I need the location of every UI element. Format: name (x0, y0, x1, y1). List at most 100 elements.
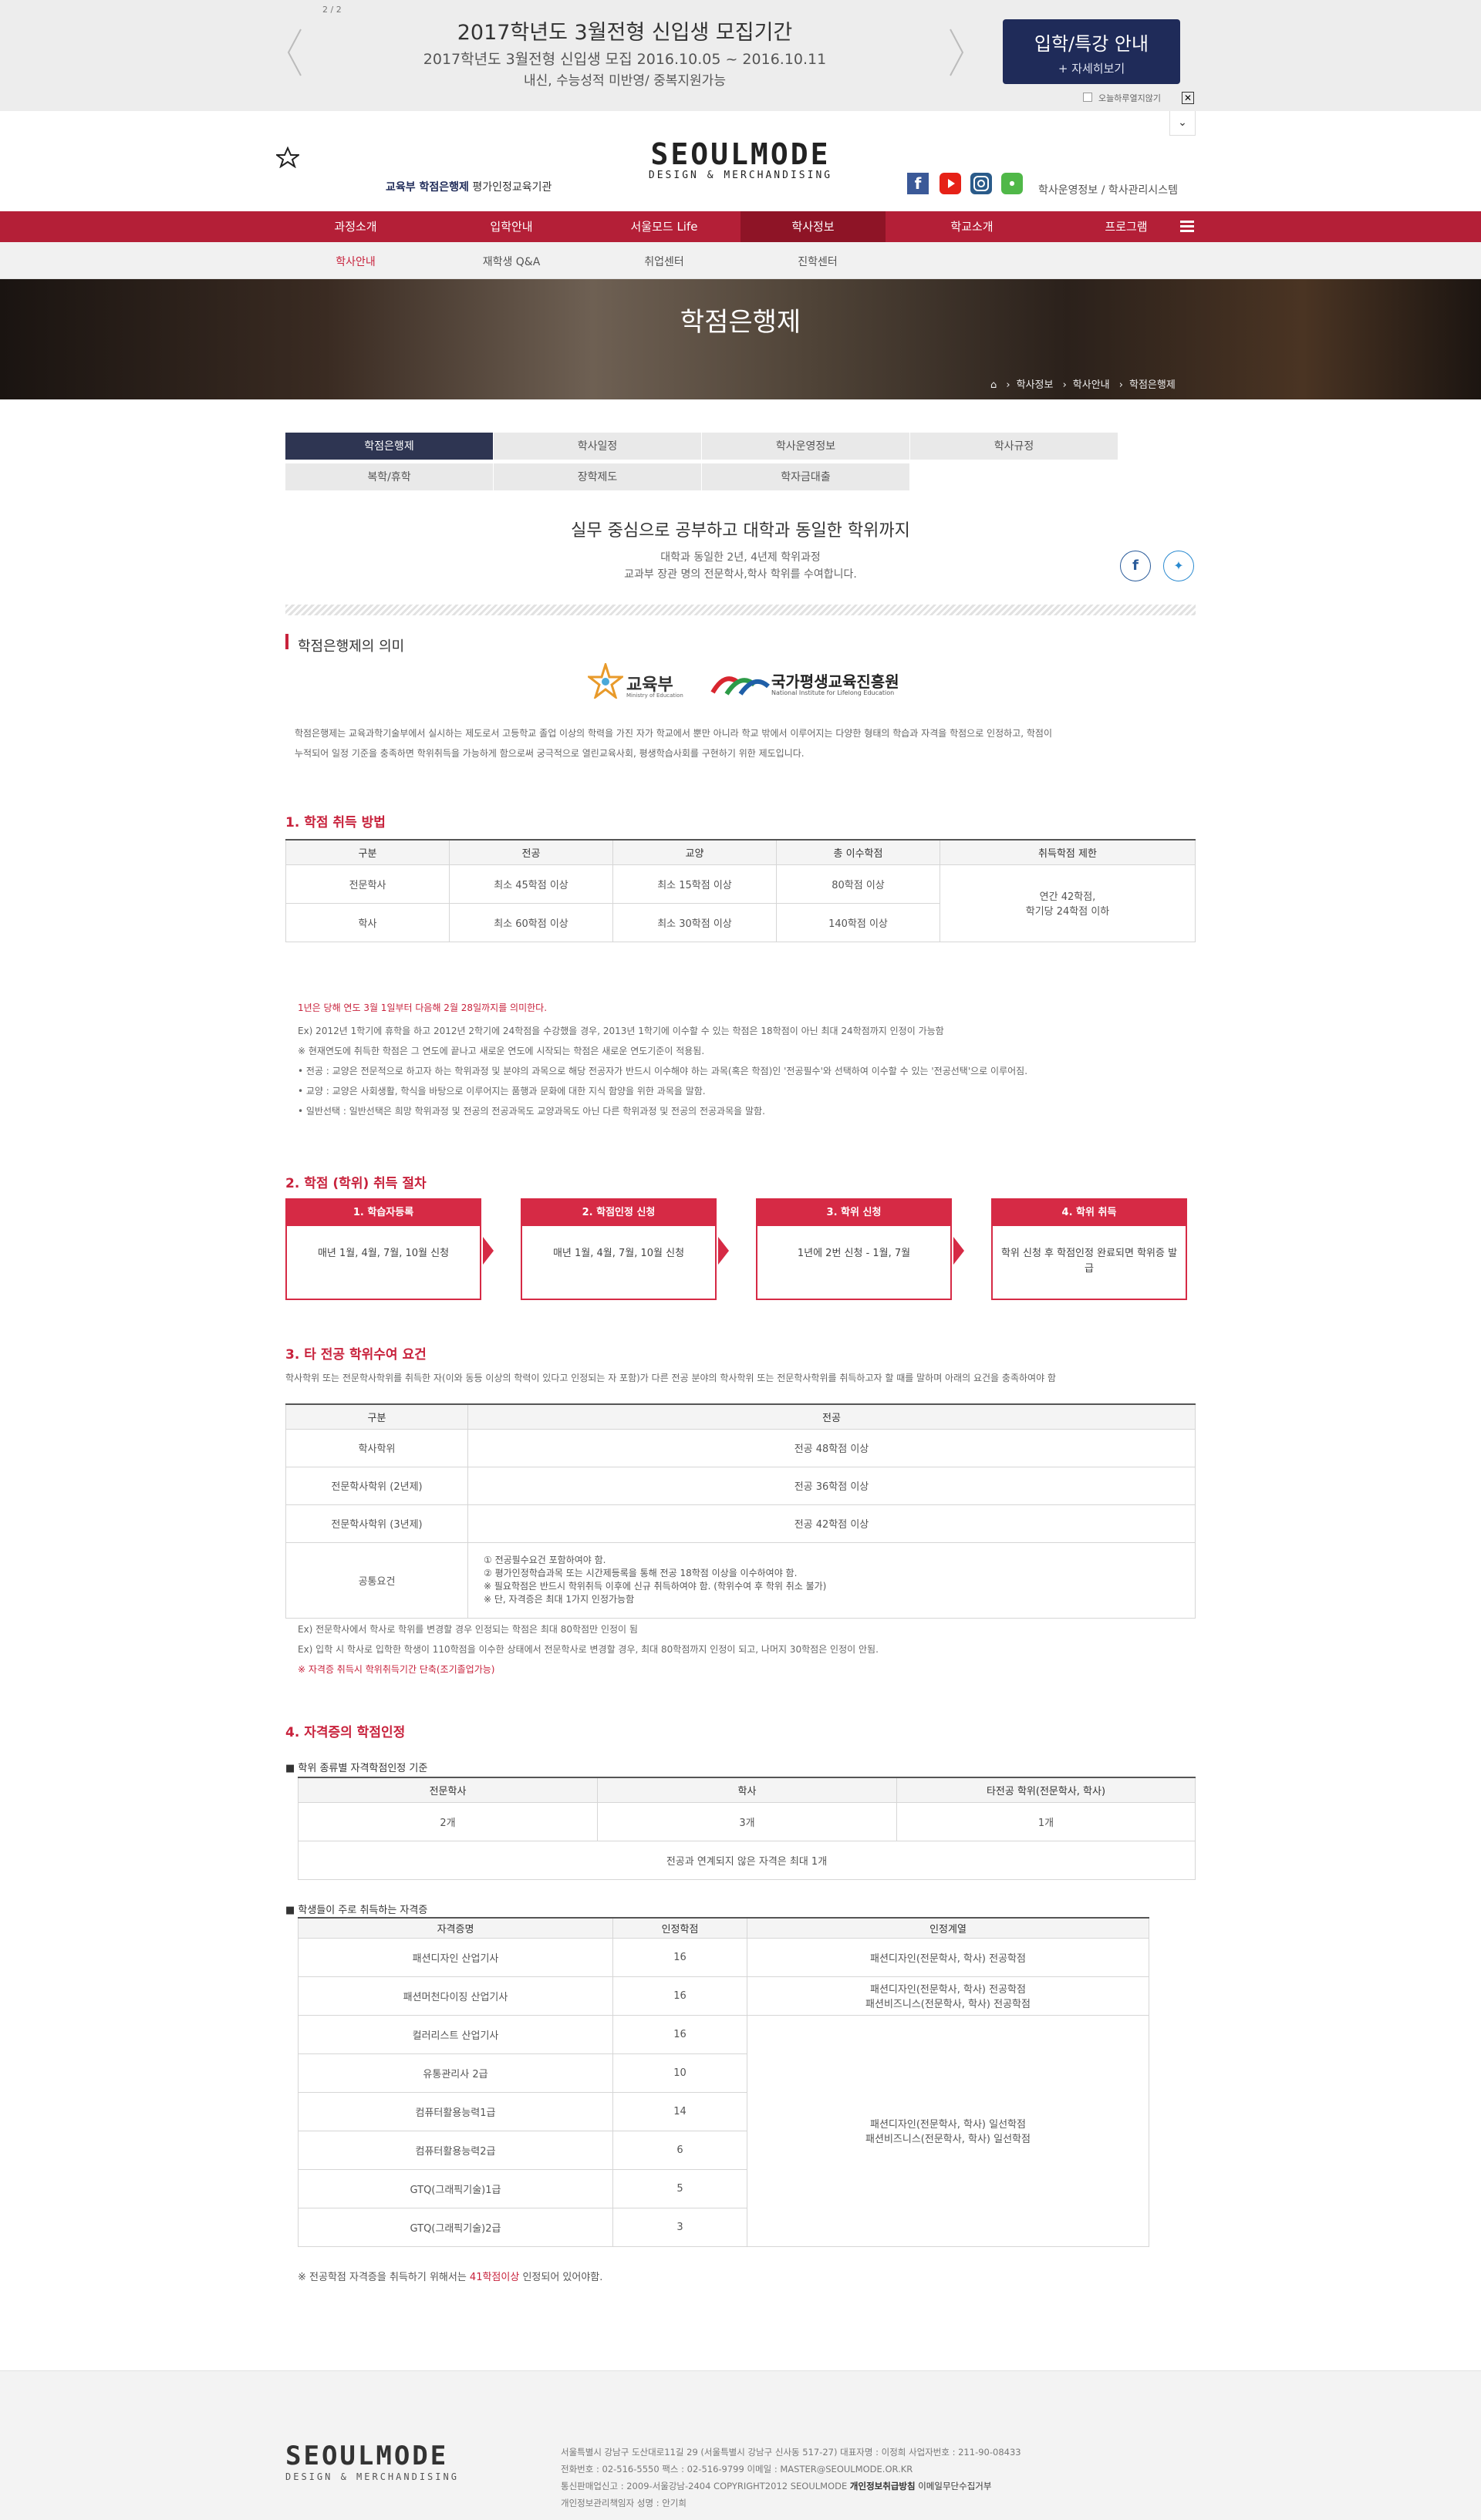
table-cell: 최소 60학점 이상 (449, 902, 613, 942)
home-icon[interactable]: ⌂ (990, 379, 997, 391)
table-row: 2개 3개 1개 (298, 1801, 1196, 1841)
table-header: 취득학점 제한 (940, 839, 1196, 865)
table-cell: 학사 (285, 902, 450, 942)
tab-scholarship[interactable]: 장학제도 (494, 463, 702, 491)
table-row: 학사학위 전공 48학점 이상 (285, 1428, 1196, 1467)
table-cell: GTQ(그래픽기술)1급 (298, 2168, 613, 2208)
nav-item-program[interactable]: 프로그램 (1068, 211, 1184, 242)
bookmark-star-icon[interactable] (275, 146, 301, 171)
main-nav: 과정소개 입학안내 서울모드 Life 학사정보 학교소개 프로그램 (0, 211, 1481, 242)
today-close-label: 오늘하루열지않기 (1098, 93, 1161, 103)
tab-credit-bank[interactable]: 학점은행제 (285, 433, 494, 460)
twitter-share-icon[interactable]: ✦ (1163, 551, 1194, 581)
credit-limit-cell: 연간 42학점, 학기당 24학점 이하 (940, 864, 1196, 942)
table-header: 인정학점 (612, 1917, 747, 1939)
tab-schedule[interactable]: 학사일정 (494, 433, 702, 460)
footer-logo-sub: DESIGN & MERCHANDISING (285, 2471, 459, 2482)
table-header: 전공 (449, 839, 613, 865)
step-body: 매년 1월, 4월, 7월, 10월 신청 (317, 1248, 450, 1259)
promo-close-icon[interactable]: ✕ (1182, 92, 1194, 104)
sub-title: 학위 종류별 자격학점인정 기준 (298, 1763, 428, 1774)
promo-line1: 2017학년도 3월전형 신입생 모집 2016.10.05 ~ 2016.10… (423, 51, 827, 68)
sub-nav-qna[interactable]: 재학생 Q&A (454, 254, 569, 269)
step-title: 4. 학위 취득 (993, 1200, 1186, 1226)
nav-item-course[interactable]: 과정소개 (298, 211, 413, 242)
footer-logo-main: SEOULMODE (285, 2441, 449, 2471)
step-body: 1년에 2번 신청 - 1월, 7월 (797, 1248, 911, 1259)
table-cell: 10 (612, 2053, 747, 2093)
section1-notes: Ex) 2012년 1학기에 휴학을 하고 2012년 2학기에 24학점을 수… (298, 1021, 1193, 1121)
util-links: 학사운영정보 / 학사관리시스템 (1038, 182, 1178, 197)
next-arrow-icon[interactable] (947, 28, 966, 80)
ministry-link[interactable]: 교육부 학점은행제 (386, 181, 469, 194)
util-link-management-system[interactable]: 학사관리시스템 (1108, 184, 1178, 197)
sub-nav: 학사안내 재학생 Q&A 취업센터 진학센터 (0, 242, 1481, 279)
admission-guide-button[interactable]: 입학/특강 안내 + 자세히보기 (1003, 19, 1180, 84)
util-link-academic-info[interactable]: 학사운영정보 (1038, 184, 1098, 197)
meaning-title: 학점은행제의 의미 (298, 638, 405, 655)
sub-nav-academic-guide[interactable]: 학사안내 (298, 254, 413, 269)
util-separator: / (1101, 184, 1105, 197)
promo-line2: 내신, 수능성적 미반영/ 중복지원가능 (524, 73, 726, 89)
menu-icon[interactable] (1180, 220, 1196, 237)
breadcrumb-item[interactable]: 학사안내 (1073, 379, 1110, 391)
table-row: 전문학사 최소 45학점 이상 최소 15학점 이상 80학점 이상 연간 42학점, 학… (285, 864, 1196, 942)
kakao-story-icon[interactable]: ● (1001, 173, 1023, 194)
table-cell: 전공 36학점 이상 (467, 1466, 1196, 1505)
tab-loan[interactable]: 학자금대출 (702, 463, 910, 491)
tab-operation[interactable]: 학사운영정보 (702, 433, 910, 460)
step-card: 4. 학위 취득 학위 신청 후 학점인정 완료되면 학위증 발급 (991, 1198, 1187, 1300)
sub-title: 학생들이 주로 취득하는 자격증 (298, 1905, 428, 1916)
section4-sub2: ■ 학생들이 주로 취득하는 자격증 (285, 1905, 428, 1916)
site-logo[interactable]: SEOULMODE DESIGN & MERCHANDISING (617, 139, 864, 181)
table-cell: 전공 48학점 이상 (467, 1428, 1196, 1467)
table-cell: 패션디자인(전문학사, 학사) 전공학점 (747, 1937, 1149, 1977)
tab-leave[interactable]: 복학/휴학 (285, 463, 494, 491)
youtube-icon[interactable] (940, 173, 961, 194)
nav-item-about[interactable]: 학교소개 (914, 211, 1030, 242)
nile-logo-icon (710, 668, 770, 702)
prev-arrow-icon[interactable] (285, 28, 304, 80)
instagram-icon[interactable] (970, 173, 992, 194)
facebook-share-icon[interactable]: f (1120, 551, 1151, 581)
table-cell: 16 (612, 2014, 747, 2054)
field-line: 패션비즈니스(전문학사, 학사) 일선학점 (865, 2134, 1031, 2145)
table-header: 전공 (467, 1403, 1196, 1430)
table-row: 컬러리스트 산업기사 16 패션디자인(전문학사, 학사) 일선학점 패션비즈니스(전… (298, 2014, 1149, 2247)
promo-bar: 2 / 2 2017학년도 3월전형 신입생 모집기간 2017학년도 3월전형… (0, 0, 1481, 111)
table-row: 전공과 연계되지 않은 자격은 최대 1개 (298, 1840, 1196, 1880)
admission-button-title: 입학/특강 안내 (1034, 33, 1149, 55)
breadcrumb-item[interactable]: 학사정보 (1017, 379, 1054, 391)
note-line: • 전공 : 교양은 전문적으로 하고자 하는 학위과정 및 분야의 과목으로 … (298, 1066, 1028, 1076)
nile-logo-en: National Institute for Lifelong Educatio… (771, 689, 895, 696)
chevron-down-icon[interactable]: ⌄ (1169, 111, 1196, 136)
email-refusal-link[interactable]: 이메일무단수집거부 (916, 2481, 991, 2491)
field-line: 패션비즈니스(전문학사, 학사) 전공학점 (865, 1999, 1031, 2010)
table-cell: 3 (612, 2207, 747, 2247)
sub-nav-further-study[interactable]: 진학센터 (760, 254, 875, 269)
nav-item-life[interactable]: 서울모드 Life (606, 211, 722, 242)
table-cell: 패션디자인(전문학사, 학사) 일선학점 패션비즈니스(전문학사, 학사) 일선학… (747, 2014, 1149, 2247)
table-cell: 80학점 이상 (776, 864, 940, 904)
note-line: • 일반선택 : 일반선택은 희망 학위과정 및 전공의 전공과목도 교양과목도… (298, 1106, 765, 1117)
facebook-icon[interactable]: f (907, 173, 929, 194)
nav-item-academic[interactable]: 학사정보 (740, 211, 886, 242)
table-cell: GTQ(그래픽기술)2급 (298, 2207, 613, 2247)
section4-footnote: ※ 전공학점 자격증을 취득하기 위해서는 41학점이상 인정되어 있어야함. (298, 2269, 602, 2283)
promo-title: 2017학년도 3월전형 신입생 모집기간 (457, 21, 793, 45)
table-header: 학사 (597, 1777, 897, 1803)
today-close-checkbox[interactable] (1083, 93, 1092, 102)
footer-line: 서울특별시 강남구 도산대로11길 29 (서울특별시 강남구 신사동 517-… (561, 2447, 1021, 2458)
breadcrumb: ⌂ › 학사정보 › 학사안내 › 학점은행제 (990, 379, 1176, 391)
requirement-line: ② 평가인정학습과목 또는 시간제등록을 통해 전공 18학점 이상을 이수하여… (484, 1568, 798, 1578)
tab-rules[interactable]: 학사규정 (910, 433, 1118, 460)
nav-item-admission[interactable]: 입학안내 (454, 211, 569, 242)
divider (285, 605, 1196, 615)
table-header: 총 이수학점 (776, 839, 940, 865)
step-card: 2. 학점인정 신청 매년 1월, 4월, 7월, 10월 신청 (521, 1198, 717, 1300)
other-major-table: 구분 전공 학사학위 전공 48학점 이상 전문학사학위 (2년제) 전공 36학점 … (285, 1403, 1196, 1619)
footnote-text: 인정되어 있어야함. (519, 2272, 603, 2283)
section1-title: 1. 학점 취득 방법 (285, 815, 386, 830)
sub-nav-career[interactable]: 취업센터 (606, 254, 722, 269)
privacy-policy-link[interactable]: 개인정보취급방침 (850, 2481, 916, 2491)
